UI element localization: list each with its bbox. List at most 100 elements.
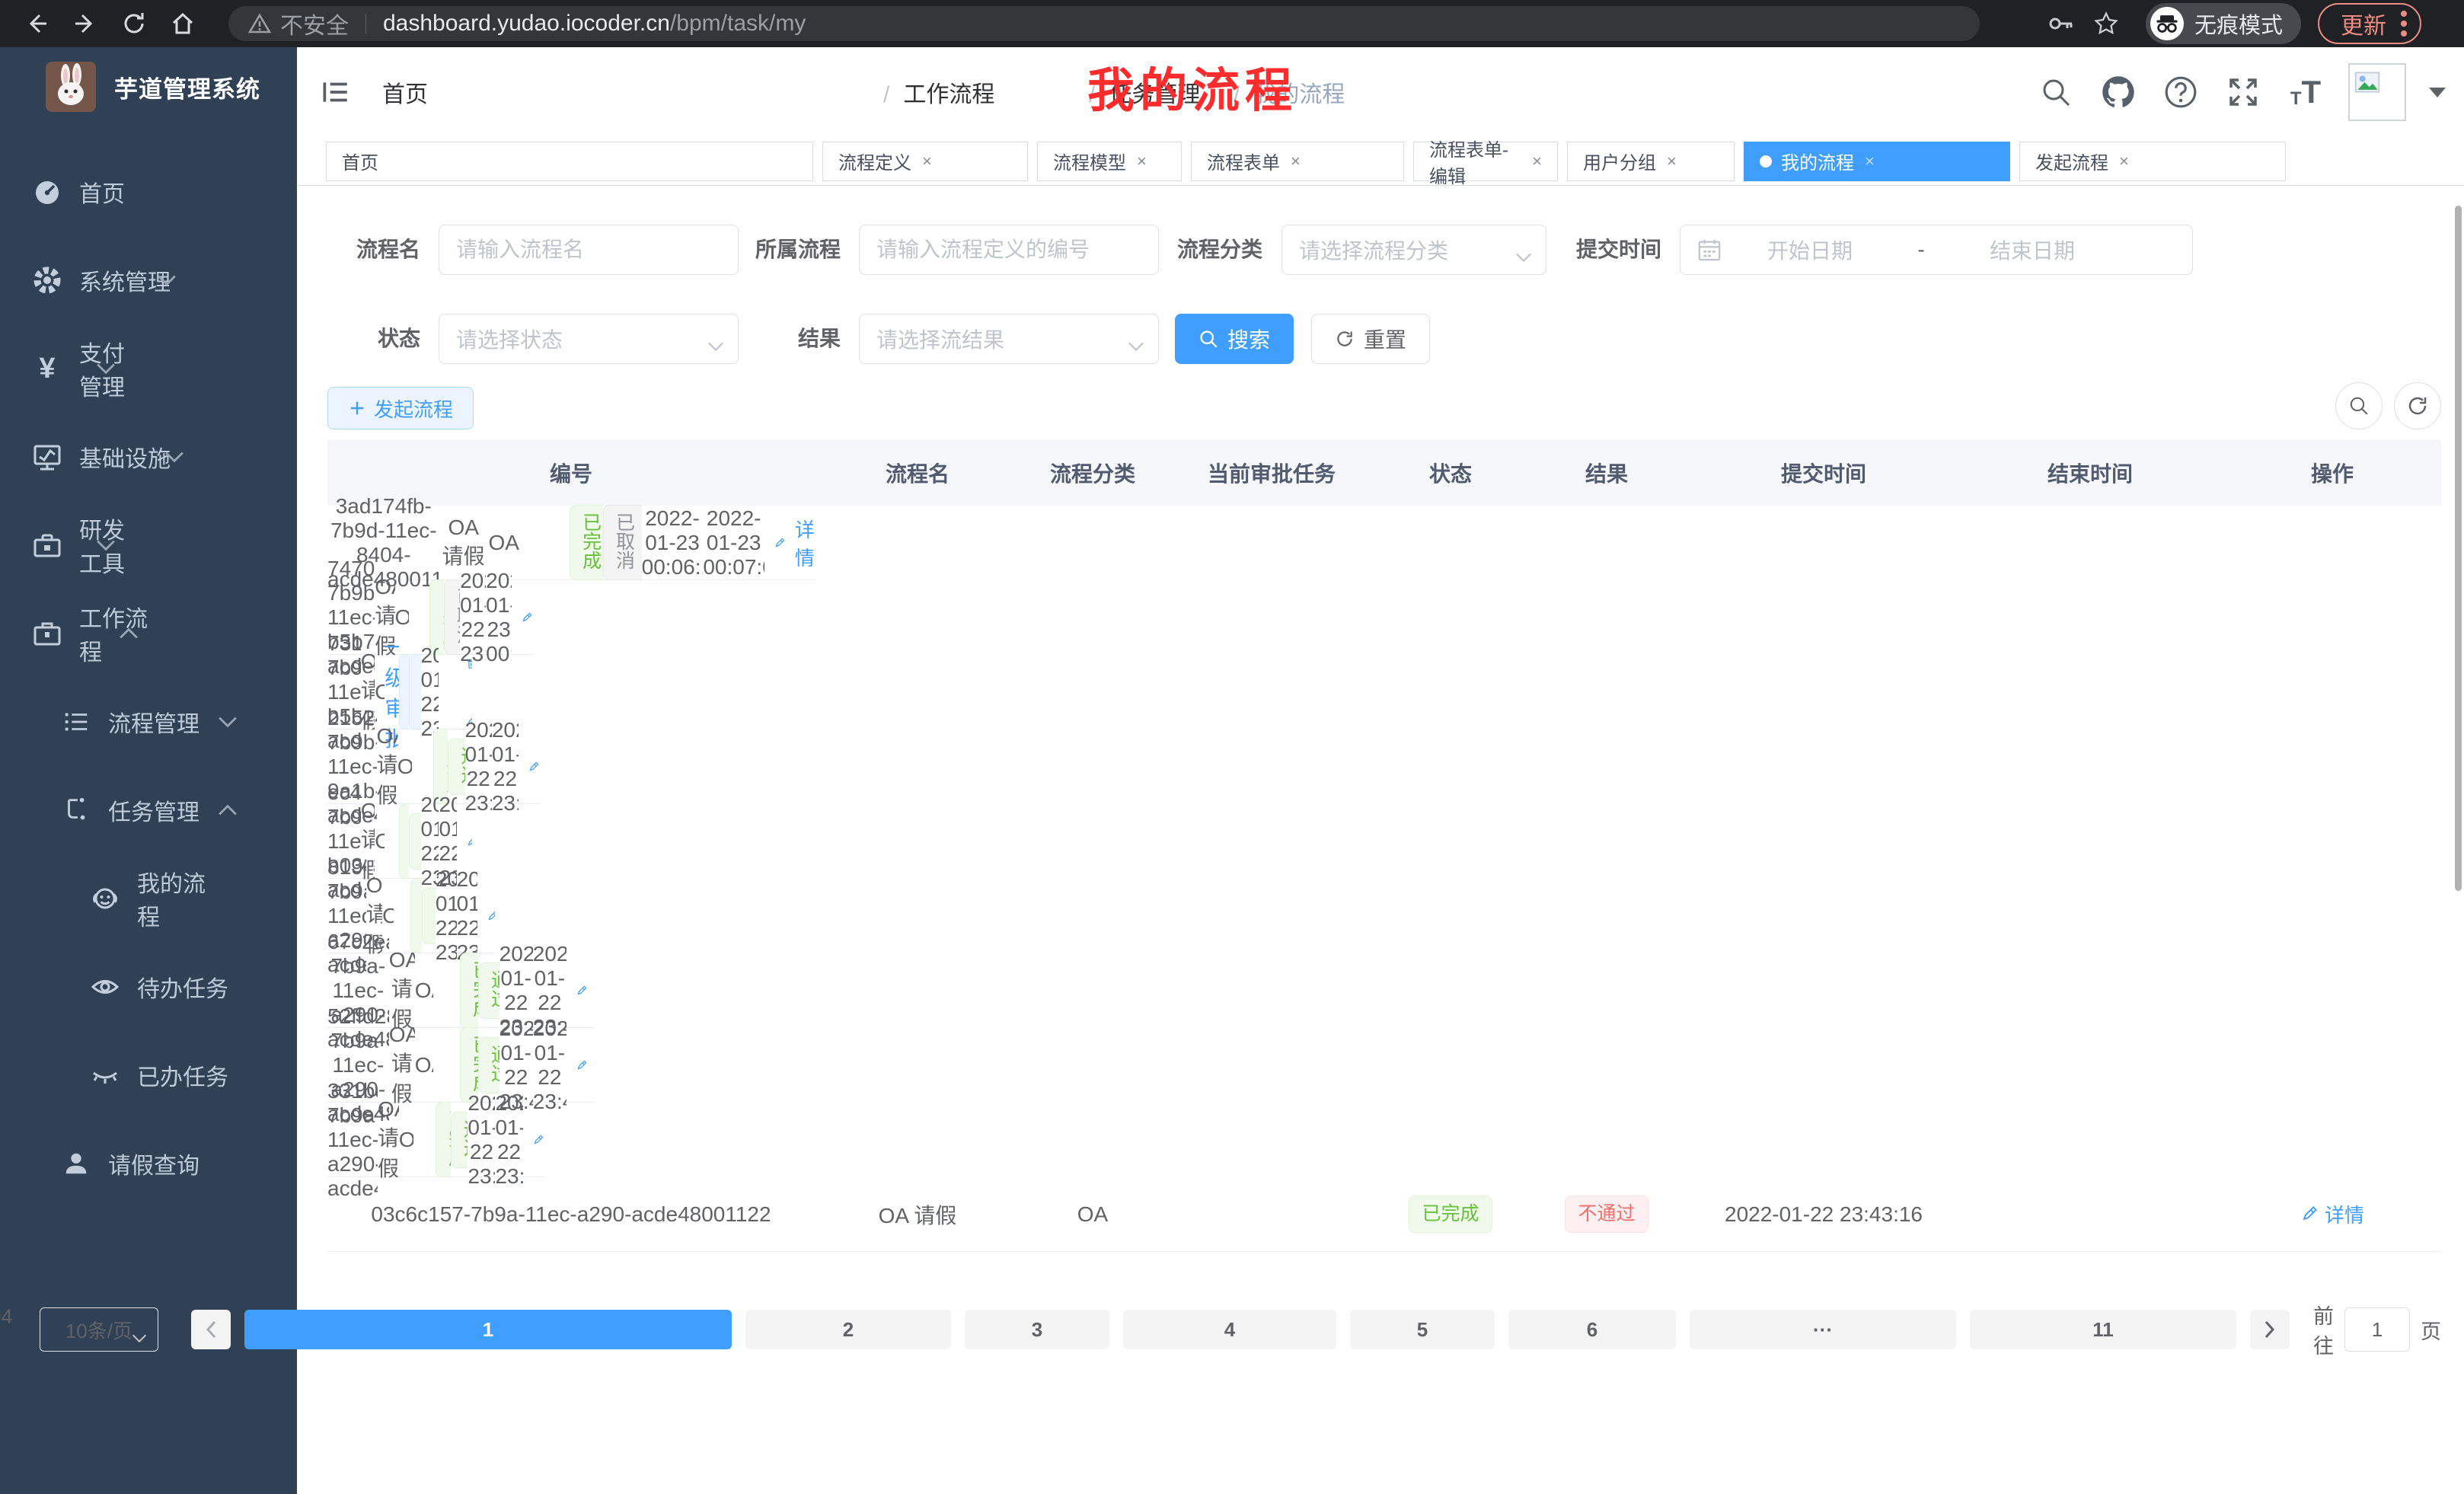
github-button[interactable] xyxy=(2099,72,2138,112)
detail-action-link[interactable]: 详情 xyxy=(487,888,495,944)
page-tab[interactable]: 首页 xyxy=(326,142,813,181)
sidebar-menu-item[interactable]: 请假查询 xyxy=(0,1119,297,1208)
filter-process-input[interactable] xyxy=(859,225,1159,275)
sidebar-collapse-button[interactable] xyxy=(318,75,352,109)
page-number-button[interactable]: 4 xyxy=(1123,1310,1336,1349)
sidebar-menu-item[interactable]: 我的流程 xyxy=(0,854,218,943)
app-title: 芋道管理系统 xyxy=(114,70,260,104)
avatar-dropdown-caret[interactable] xyxy=(2429,88,2446,97)
create-process-button[interactable]: 发起流程 xyxy=(327,387,474,429)
gear-icon xyxy=(32,265,62,295)
detail-action-link[interactable]: 详情 xyxy=(576,962,594,1019)
browser-home-button[interactable] xyxy=(158,5,207,43)
yen-icon: ¥ xyxy=(39,354,55,383)
page-number-button[interactable]: 11 xyxy=(1970,1310,2236,1349)
search-button[interactable] xyxy=(2036,72,2076,112)
detail-action-link[interactable]: 详情 xyxy=(774,515,815,571)
breadcrumb-item[interactable]: 首页 xyxy=(382,82,428,107)
app-logo-row: 芋道管理系统 xyxy=(0,47,297,126)
next-page-button[interactable] xyxy=(2250,1310,2290,1349)
user-icon xyxy=(62,1149,91,1178)
sidebar-menu-item[interactable]: ¥ 支付管理 xyxy=(0,324,145,413)
tab-close-icon[interactable]: × xyxy=(1667,152,1677,171)
tab-close-icon[interactable]: × xyxy=(922,152,932,171)
cell-submit-time: 2022-01-23 00:06:17 xyxy=(642,506,704,579)
browser-forward-button[interactable] xyxy=(61,5,110,43)
sidebar-menu-item[interactable]: 任务管理 xyxy=(0,766,267,854)
page-root: 不安全 dashboard.yudao.iocoder.cn/bpm/task/… xyxy=(0,0,2464,1494)
arrow-left-icon xyxy=(23,10,50,37)
breadcrumb-item[interactable]: 工作流程 xyxy=(903,82,994,107)
filter-name-input[interactable] xyxy=(439,225,739,275)
detail-action-link[interactable]: 详情 xyxy=(521,589,533,646)
page-tab[interactable]: 我的流程 × xyxy=(1744,142,2010,181)
face-icon xyxy=(90,883,120,914)
browser-update-button[interactable]: 更新 xyxy=(2318,3,2421,44)
sidebar-menu-item[interactable]: 系统管理 xyxy=(0,236,206,324)
cell-category: OA xyxy=(375,829,385,854)
sidebar-menu-item[interactable]: 基础设施 xyxy=(0,413,213,501)
goto-page-input[interactable] xyxy=(2344,1307,2410,1352)
result-badge: 通过 xyxy=(451,1112,468,1168)
page-tab[interactable]: 用户分组 × xyxy=(1567,142,1735,181)
bookmark-star-button[interactable] xyxy=(2083,5,2129,43)
tab-close-icon[interactable]: × xyxy=(2119,152,2129,171)
avatar[interactable] xyxy=(2348,63,2406,121)
key-icon xyxy=(2047,10,2074,37)
page-size-select[interactable]: 10条/页 xyxy=(40,1307,158,1352)
detail-action-link[interactable]: 详情 xyxy=(528,739,541,795)
sidebar-menu-item[interactable]: 研发工具 xyxy=(0,501,145,589)
search-submit-button[interactable]: 搜索 xyxy=(1175,314,1294,364)
page-tab[interactable]: 流程模型 × xyxy=(1037,142,1182,181)
page-number-button[interactable]: 2 xyxy=(745,1310,951,1349)
reset-button[interactable]: 重置 xyxy=(1311,314,1430,364)
browser-back-button[interactable] xyxy=(12,5,61,43)
page-number-button[interactable]: 1 xyxy=(244,1310,732,1349)
filter-category-select[interactable]: 请选择流程分类 xyxy=(1281,225,1546,275)
help-button[interactable] xyxy=(2161,72,2201,112)
tab-close-icon[interactable]: × xyxy=(1137,152,1147,171)
page-tab[interactable]: 发起流程 × xyxy=(2019,142,2286,181)
url-bar[interactable]: 不安全 dashboard.yudao.iocoder.cn/bpm/task/… xyxy=(228,6,1980,41)
filter-status-select[interactable]: 请选择状态 xyxy=(439,314,739,364)
detail-action-link[interactable]: 详情 xyxy=(576,1037,594,1093)
detail-action-link[interactable]: 详情 xyxy=(2300,1200,2364,1228)
page-tab[interactable]: 流程表单-编辑 × xyxy=(1413,142,1558,181)
table-search-toggle-button[interactable] xyxy=(2335,382,2383,429)
detail-action-link[interactable]: 详情 xyxy=(532,1112,545,1168)
page-number-button[interactable]: ··· xyxy=(1690,1310,1956,1349)
tree-icon xyxy=(62,796,91,825)
cell-submit-time: 2022-01-22 23:44:35 xyxy=(468,1091,495,1189)
prev-page-button[interactable] xyxy=(191,1310,231,1349)
page-buttons: 123456 ··· 11 xyxy=(238,1310,2243,1349)
page-number-button[interactable]: 6 xyxy=(1508,1310,1676,1349)
tab-close-icon[interactable]: × xyxy=(1291,152,1301,171)
chevron-down-icon xyxy=(218,716,238,728)
pencil-icon xyxy=(576,1056,588,1074)
cell-category: OA xyxy=(399,1128,414,1152)
password-key-button[interactable] xyxy=(2038,5,2083,43)
sidebar-menu-item[interactable]: 已办任务 xyxy=(0,1031,297,1119)
plus-icon xyxy=(348,399,366,417)
page-tab[interactable]: 流程表单 × xyxy=(1191,142,1404,181)
sidebar-menu-item[interactable]: 待办任务 xyxy=(0,943,297,1031)
page-number-button[interactable]: 5 xyxy=(1350,1310,1495,1349)
scrollbar-thumb[interactable] xyxy=(2455,206,2462,891)
tab-close-icon[interactable]: × xyxy=(1532,152,1542,171)
filter-result-select[interactable]: 请选择流结果 xyxy=(859,314,1159,364)
cell-category: OA xyxy=(1020,1202,1165,1227)
cell-category: OA xyxy=(397,755,412,779)
cancel-action-link[interactable]: 取消 xyxy=(466,636,472,692)
detail-action-link[interactable]: 详情 xyxy=(466,813,472,870)
browser-reload-button[interactable] xyxy=(110,5,158,43)
fullscreen-button[interactable] xyxy=(2223,72,2263,112)
font-size-button[interactable]: TT xyxy=(2286,72,2325,112)
pencil-icon xyxy=(774,534,786,552)
page-number-button[interactable]: 3 xyxy=(965,1310,1109,1349)
filter-time-range[interactable]: 开始日期 - 结束日期 xyxy=(1680,225,2193,275)
sidebar-menu-item[interactable]: 流程管理 xyxy=(0,678,267,766)
table-refresh-button[interactable] xyxy=(2394,382,2441,429)
page-tab[interactable]: 流程定义 × xyxy=(822,142,1028,181)
tab-close-icon[interactable]: × xyxy=(1865,152,1875,171)
sidebar-menu-item[interactable]: 工作流程 xyxy=(0,589,168,678)
